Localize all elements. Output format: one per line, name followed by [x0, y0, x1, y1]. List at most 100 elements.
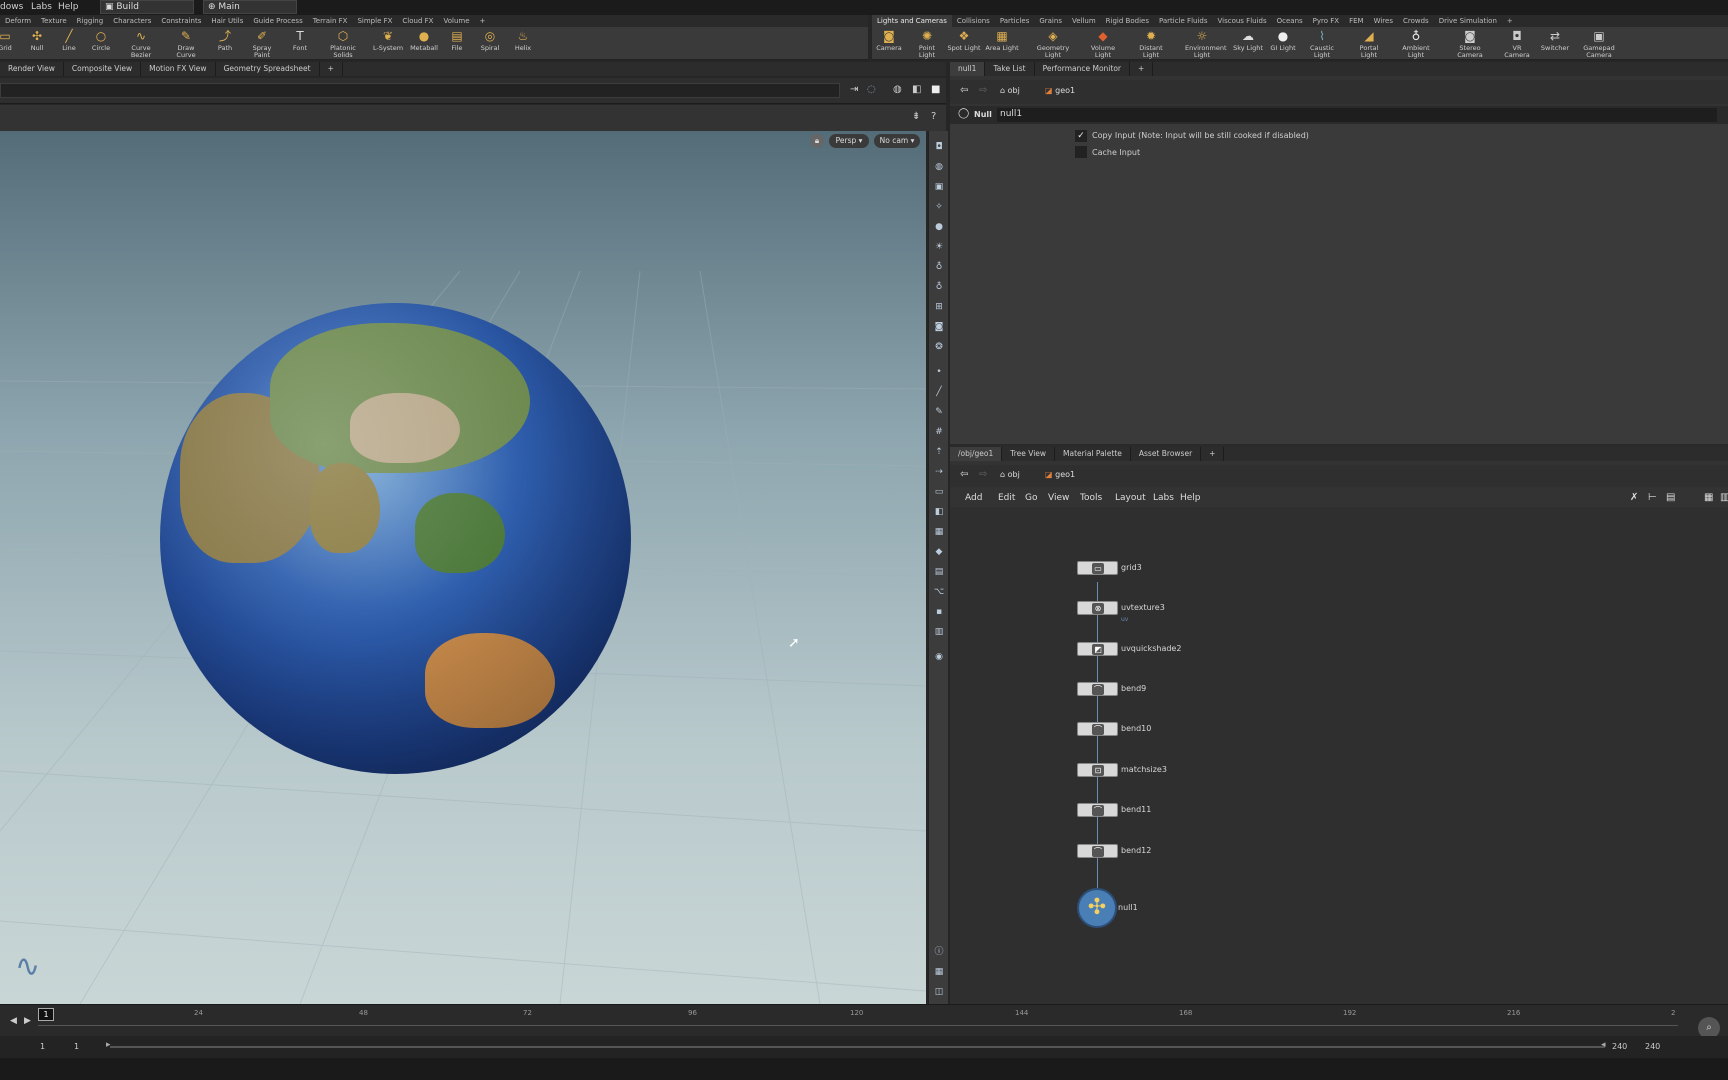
network-editor[interactable] [950, 507, 1728, 1004]
wire-icon[interactable]: ▪ [932, 606, 946, 619]
tool-font[interactable]: T Font [283, 29, 317, 52]
tool-helix[interactable]: ♨ Helix [506, 29, 540, 52]
list-icon[interactable]: ▤ [1666, 492, 1675, 503]
shelf-tab[interactable]: Cloud FX [397, 15, 438, 27]
shelf-tab[interactable]: Rigging [72, 15, 109, 27]
menu-add[interactable]: Add [965, 493, 982, 503]
shelf-tab[interactable]: Pyro FX [1308, 15, 1344, 27]
range-start-handle[interactable]: ▸ [106, 1040, 111, 1050]
tool-gamepad-camera[interactable]: ▣ Gamepad Camera [1582, 29, 1616, 59]
menu-edit[interactable]: Edit [998, 493, 1015, 503]
tool-circle[interactable]: ○ Circle [84, 29, 118, 52]
play-back-icon[interactable]: ◀ [10, 1016, 17, 1026]
shelf-tab[interactable]: Characters [108, 15, 156, 27]
perspective-menu[interactable]: Persp ▾ [829, 134, 869, 148]
node-uvtexture3[interactable]: ⊗ [1077, 601, 1118, 615]
tab-render-view[interactable]: Render View [0, 62, 64, 76]
tab-motion-fx-view[interactable]: Motion FX View [141, 62, 216, 76]
camera-icon[interactable]: ◙ [932, 321, 946, 334]
light-icon[interactable]: ☀ [932, 241, 946, 254]
viewport-path-field[interactable] [0, 83, 840, 98]
tool-l-system[interactable]: ❦ L-System [371, 29, 405, 52]
shelf-tab[interactable]: Oceans [1272, 15, 1308, 27]
range-start-field[interactable]: 1 [74, 1042, 79, 1051]
shelf-tab[interactable]: Viscous Fluids [1213, 15, 1272, 27]
forward-arrow-icon[interactable]: ⇨ [979, 469, 987, 480]
tool-camera[interactable]: ◙ Camera [872, 29, 906, 52]
tab-performance-monitor[interactable]: Performance Monitor [1035, 62, 1130, 76]
camera-menu[interactable]: No cam ▾ [874, 134, 920, 148]
shading-icon[interactable]: ● [932, 221, 946, 234]
menu-help[interactable]: Help [58, 2, 79, 12]
menu-view[interactable]: View [1048, 493, 1069, 503]
tool-null[interactable]: ✣ Null [20, 29, 54, 52]
breadcrumb-obj[interactable]: ⌂ obj [1000, 470, 1020, 479]
split-view-icon[interactable]: ▥ [1720, 492, 1728, 503]
add-shelf-tab-button[interactable]: + [475, 15, 491, 27]
back-arrow-icon[interactable]: ⇦ [960, 469, 968, 480]
select-tool-icon[interactable]: ◍ [932, 161, 946, 174]
vectors-icon[interactable]: ⇢ [932, 466, 946, 479]
grid-view-icon[interactable]: ▦ [1704, 492, 1713, 503]
tool-environment-light[interactable]: ☼ Environment Light [1185, 29, 1227, 59]
menu-labs[interactable]: Labs [1153, 493, 1174, 503]
shelf-tab[interactable]: Particles [995, 15, 1035, 27]
snap-icon[interactable]: ✧ [932, 201, 946, 214]
node-grid3[interactable]: ▭ [1077, 561, 1118, 575]
menu-labs[interactable]: Labs [31, 2, 52, 12]
tool-distant-light[interactable]: ✹ Distant Light [1134, 29, 1168, 59]
menu-layout[interactable]: Layout [1115, 493, 1146, 503]
shelf-tab[interactable]: Terrain FX [308, 15, 353, 27]
point-icon[interactable]: • [932, 366, 946, 379]
range-slider[interactable] [110, 1046, 1605, 1048]
tree-icon[interactable]: ⊢ [1648, 492, 1657, 503]
lock-camera-icon[interactable]: 🔒︎ [810, 134, 824, 148]
node-bend9[interactable]: ⌒ [1077, 682, 1118, 696]
tab-composite-view[interactable]: Composite View [64, 62, 142, 76]
tool-area-light[interactable]: ▦ Area Light [985, 29, 1019, 52]
tool-metaball[interactable]: ● Metaball [407, 29, 441, 52]
shelf-tab[interactable]: Constraints [156, 15, 206, 27]
layout-icon[interactable]: ▥ [932, 626, 946, 639]
node-name-field[interactable]: null1 [997, 108, 1717, 122]
shelf-tab[interactable]: Collisions [952, 15, 995, 27]
shelf-tab[interactable]: Simple FX [352, 15, 397, 27]
node-bend10[interactable]: ⌒ [1077, 722, 1118, 736]
forward-arrow-icon[interactable]: ⇨ [979, 85, 987, 96]
view-tool-icon[interactable]: ◘ [932, 141, 946, 154]
tool-vr-camera[interactable]: ◘ VR Camera [1500, 29, 1534, 59]
transform-icon[interactable]: ⊞ [932, 301, 946, 314]
normals-icon[interactable]: ⇡ [932, 446, 946, 459]
menu-go[interactable]: Go [1025, 493, 1037, 503]
tool-spray-paint[interactable]: ✐ Spray Paint [245, 29, 279, 59]
fullscreen-icon[interactable]: ◫ [932, 986, 946, 999]
render-icon[interactable]: ❂ [932, 341, 946, 354]
grid-toggle-icon[interactable]: ▦ [932, 526, 946, 539]
marker-icon[interactable]: ◉ [932, 651, 946, 664]
shelf-tab[interactable]: Hair Utils [206, 15, 248, 27]
node-bend12[interactable]: ⌒ [1077, 844, 1118, 858]
tool-draw-curve[interactable]: ✎ Draw Curve [169, 29, 203, 59]
template-icon[interactable]: ◧ [932, 506, 946, 519]
tool-path[interactable]: ⤴ Path [208, 29, 242, 52]
network-selector[interactable]: ⊕ Main [203, 0, 297, 14]
shelf-tab[interactable]: Texture [36, 15, 72, 27]
stop-icon[interactable]: ■ [931, 84, 940, 95]
node-matchsize3[interactable]: ⊡ [1077, 763, 1118, 777]
node-bend11[interactable]: ⌒ [1077, 803, 1118, 817]
shelf-tab[interactable]: Wires [1369, 15, 1398, 27]
shelf-tab[interactable]: Deform [0, 15, 36, 27]
tool-file[interactable]: ▤ File [440, 29, 474, 52]
breadcrumb-geo1[interactable]: ◪ geo1 [1045, 470, 1075, 479]
earth-globe[interactable] [160, 303, 631, 774]
snapshot-icon[interactable]: ◍ [893, 84, 902, 95]
breadcrumb-geo1[interactable]: ◪ geo1 [1045, 86, 1075, 95]
add-pane-tab-button[interactable]: + [1201, 447, 1225, 461]
shelf-tab[interactable]: Drive Simulation [1434, 15, 1502, 27]
tab-tree-view[interactable]: Tree View [1002, 447, 1056, 461]
tool-line[interactable]: ╱ Line [52, 29, 86, 52]
tab-geometry-spreadsheet[interactable]: Geometry Spreadsheet [216, 62, 320, 76]
tool-spot-light[interactable]: ❖ Spot Light [947, 29, 981, 52]
display-options-icon[interactable]: ◧ [912, 84, 921, 95]
tools-icon[interactable]: ✗ [1630, 492, 1638, 503]
